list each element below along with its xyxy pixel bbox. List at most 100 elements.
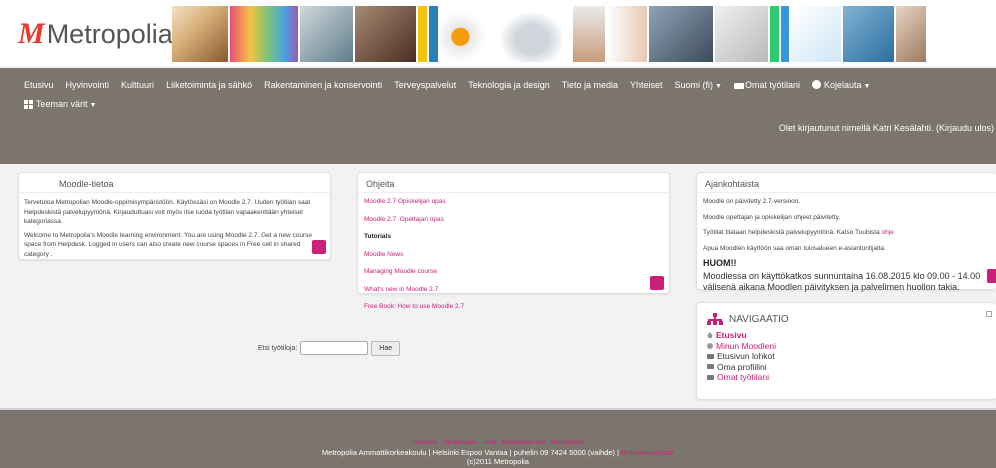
nav-tree-label: Etusivun lohkot: [717, 351, 775, 361]
nav-item-kulttuuri[interactable]: Kulttuuri: [121, 80, 154, 90]
block-content: Tervetuloa Metropolian Moodle-oppimisymp…: [19, 193, 330, 268]
footer-address: Metropolia Ammattikorkeakoulu | Helsinki…: [0, 448, 996, 457]
search-label: Etsi työtiloja:: [258, 344, 298, 352]
block-action-button[interactable]: [650, 276, 664, 290]
navigation-block: NAVIGAATIO Etusivu Minun Moodleni Etusiv…: [696, 302, 996, 400]
block-title: Moodle-tietoa: [19, 173, 330, 193]
tutorial-link[interactable]: Managing Moodle course: [364, 267, 663, 277]
banner-photo: [791, 6, 841, 62]
theme-colors-menu[interactable]: Teeman värit ▼: [24, 98, 96, 110]
tutorial-link[interactable]: What's new in Moodle 2.7: [364, 285, 663, 295]
nav-tree-item-my-profile[interactable]: Oma profiilini: [707, 362, 986, 373]
guide-link[interactable]: ohje: [882, 229, 894, 236]
news-item: Apua Moodlen käyttöön saa oman tulosalue…: [703, 244, 886, 252]
footer-copyright: (c)2011 Metropolia: [467, 457, 529, 466]
site-banner: M Metropolia: [0, 0, 996, 66]
navigation-tree: Etusivu Minun Moodleni Etusivun lohkot O…: [697, 327, 996, 386]
footer-link-metropolia[interactable]: Metropolia.fi: [551, 440, 584, 446]
news-item: Moodle on päivitetty 2.7-versioon.: [703, 198, 801, 205]
collapse-icon[interactable]: [986, 311, 992, 317]
nav-tree-item-my-courses[interactable]: Omat työtilani: [707, 372, 986, 383]
tutorial-link[interactable]: Free Book: How to use Moodle 2.7: [364, 302, 663, 312]
nav-item-rakentaminen[interactable]: Rakentaminen ja konservointi: [264, 80, 382, 90]
my-workspaces-link[interactable]: Omat työtilani: [733, 80, 800, 90]
nav-tree-item-my-moodle[interactable]: Minun Moodleni: [707, 341, 986, 352]
navigation-title: NAVIGAATIO: [729, 313, 789, 325]
theme-colors-label: Teeman värit: [36, 98, 88, 109]
block-content: Moodle on päivitetty 2.7-versioon. Moodl…: [697, 193, 996, 297]
logo-mark: M: [18, 17, 45, 50]
nav-tree-item-site-pages[interactable]: Etusivun lohkot: [707, 351, 986, 362]
maintenance-notice: Moodlessa on käyttökatkos sunnuntaina 16…: [703, 270, 981, 292]
info-paragraph-en: Welcome to Metropolia's Moodle learning …: [24, 231, 313, 258]
banner-photo: [649, 6, 713, 62]
news-text: Työtilat tilataan helpdeskistä palvelupy…: [703, 229, 882, 236]
folder-icon: [707, 353, 714, 359]
banner-photo: [493, 6, 571, 62]
nav-tree-label: Oma profiilini: [717, 361, 767, 372]
banner-photo: [714, 6, 768, 62]
news-block: Ajankohtaista Moodle on päivitetty 2.7-v…: [696, 172, 996, 292]
footer-link-opinto-opas[interactable]: Opinto-opas: [443, 440, 476, 446]
nav-item-terveyspalvelut[interactable]: Terveyspalvelut: [394, 80, 456, 90]
login-info[interactable]: Olet kirjautunut nimellä Katri Kesälahti…: [779, 123, 994, 133]
news-item: Työtilat tilataan helpdeskistä palvelupy…: [703, 228, 990, 238]
caret-down-icon: ▼: [715, 83, 722, 90]
page-footer: Helpdesk· Opinto-opas· Tuubi· Metropolia…: [0, 408, 996, 468]
footer-link-tuubi[interactable]: Tuubi: [482, 440, 497, 446]
my-workspaces-label: Omat työtilani: [744, 80, 800, 90]
banner-photo: [606, 6, 648, 62]
block-title: Ajankohtaista: [697, 173, 996, 193]
notice-heading: HUOM!!: [703, 258, 737, 268]
block-action-button[interactable]: [312, 240, 326, 254]
banner-color-bar: [780, 6, 790, 62]
nav-tree-label: Etusivu: [716, 330, 747, 340]
navigation-header: NAVIGAATIO: [697, 303, 996, 327]
banner-photo: [299, 6, 353, 62]
nav-item-etusivu[interactable]: Etusivu: [24, 80, 54, 90]
nav-item-hyvinvointi[interactable]: Hyvinvointi: [66, 80, 110, 90]
privacy-link[interactable]: Rekisteriseloste: [621, 448, 674, 457]
grid-icon: [24, 100, 33, 110]
nav-item-liiketoiminta[interactable]: Liiketoiminta ja sähkö: [166, 80, 252, 90]
tutorial-link[interactable]: Moodle News: [364, 250, 663, 260]
moodle-info-block: Moodle-tietoa Tervetuloa Metropolian Moo…: [18, 172, 331, 260]
main-navbar: Etusivu Hyvinvointi Kulttuuri Liiketoimi…: [0, 68, 996, 164]
theme-colors-row: Teeman värit ▼: [24, 97, 108, 111]
nav-tree-item-home[interactable]: Etusivu: [707, 330, 986, 341]
nav-tree-label: Omat työtilani: [717, 372, 769, 382]
block-content: Moodle 2.7 Opiskelijan opas Moodle 2.7. …: [358, 193, 669, 324]
banner-photo: [572, 6, 605, 62]
language-label: Suomi (fi): [674, 80, 714, 90]
home-icon: [707, 332, 713, 339]
block-action-button[interactable]: [987, 269, 996, 283]
banner-photo-strip: [172, 6, 926, 62]
banner-color-bar: [429, 6, 438, 62]
info-paragraph-fi: Tervetuloa Metropolian Moodle-oppimisymp…: [24, 199, 311, 225]
banner-color-bar: [418, 6, 428, 62]
footer-link-helpdesk[interactable]: Helpdesk: [413, 440, 438, 446]
workspaces-icon: [733, 82, 744, 89]
banner-photo: [172, 6, 229, 62]
footer-link-wiki[interactable]: Metropolian wiki: [502, 440, 545, 446]
nav-item-yhteiset[interactable]: Yhteiset: [630, 80, 663, 90]
bullet-icon: [707, 342, 713, 349]
search-button[interactable]: Hae: [371, 340, 401, 356]
banner-photo: [354, 6, 417, 62]
nav-item-tieto-media[interactable]: Tieto ja media: [562, 80, 618, 90]
course-search: Etsi työtiloja: Hae: [258, 340, 401, 356]
language-menu[interactable]: Suomi (fi) ▼: [675, 80, 722, 90]
guide-link-student[interactable]: Moodle 2.7 Opiskelijan opas: [364, 197, 663, 207]
tutorials-heading: Tutorials: [364, 233, 391, 240]
nav-item-teknologia[interactable]: Teknologia ja design: [468, 80, 550, 90]
search-input[interactable]: [300, 341, 369, 355]
block-title: Ohjeita: [358, 173, 669, 193]
guide-link-teacher[interactable]: Moodle 2.7. Opettajan opas: [364, 215, 663, 225]
banner-photo: [895, 6, 926, 62]
dashboard-label: Kojelauta: [824, 80, 862, 90]
banner-photo: [230, 6, 298, 62]
dashboard-menu[interactable]: Kojelauta ▼: [812, 80, 870, 90]
metropolia-logo[interactable]: M Metropolia: [18, 14, 173, 54]
logo-text: Metropolia: [46, 18, 173, 49]
caret-down-icon: ▼: [863, 83, 871, 90]
